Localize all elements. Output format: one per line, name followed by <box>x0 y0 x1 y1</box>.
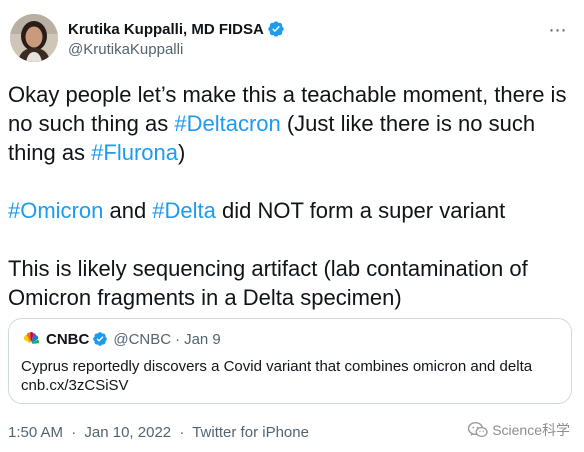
tweet-source-link[interactable]: Twitter for iPhone <box>192 424 309 441</box>
separator-dot: · <box>175 330 181 348</box>
wechat-icon <box>467 421 488 438</box>
hashtag-flurona-link[interactable]: #Flurona <box>91 140 178 165</box>
quoted-link[interactable]: cnb.cx/3zCSiSV <box>21 376 561 395</box>
text-segment: This is likely sequencing artifact (lab … <box>8 256 528 310</box>
text-segment: ) <box>178 140 186 165</box>
author-display-name[interactable]: Krutika Kuppalli, MD FIDSA <box>68 21 264 38</box>
separator-dot: · <box>179 424 185 441</box>
hashtag-omicron-link[interactable]: #Omicron <box>8 198 103 223</box>
avatar-image <box>10 14 58 62</box>
quoted-tweet-header: CNBC @CNBC · Jan 9 <box>21 329 221 349</box>
quoted-tweet-text: Cyprus reportedly discovers a Covid vari… <box>21 357 561 395</box>
watermark-text: Science科学 <box>492 422 570 438</box>
quoted-text-line: Cyprus reportedly discovers a Covid vari… <box>21 358 533 375</box>
tweet-paragraph-1: Okay people let’s make this a teachable … <box>8 80 574 167</box>
tweet-date[interactable]: Jan 10, 2022 <box>84 424 171 441</box>
quoted-author-handle: @CNBC <box>113 330 172 348</box>
tweet-card: Krutika Kuppalli, MD FIDSA @KrutikaKuppa… <box>0 0 584 452</box>
tweet-header: Krutika Kuppalli, MD FIDSA @KrutikaKuppa… <box>10 14 574 66</box>
quoted-timestamp[interactable]: Jan 9 <box>184 331 221 348</box>
verified-badge-icon <box>93 332 108 346</box>
name-row: Krutika Kuppalli, MD FIDSA <box>68 18 285 40</box>
avatar[interactable] <box>10 14 58 62</box>
tweet-time[interactable]: 1:50 AM <box>8 424 63 441</box>
verified-badge-icon <box>268 21 284 37</box>
hashtag-delta-link[interactable]: #Delta <box>152 198 216 223</box>
hashtag-deltacron-link[interactable]: #Deltacron <box>174 111 280 136</box>
more-options-icon[interactable]: ⋯ <box>544 20 572 40</box>
tweet-text: Okay people let’s make this a teachable … <box>8 80 574 312</box>
separator-dot: · <box>71 424 77 441</box>
author-handle[interactable]: @KrutikaKuppalli <box>68 41 285 58</box>
text-segment: did NOT form a super variant <box>215 198 506 223</box>
author-info: Krutika Kuppalli, MD FIDSA @KrutikaKuppa… <box>68 18 285 58</box>
watermark: Science科学 <box>467 420 570 440</box>
cnbc-peacock-logo-icon <box>23 332 39 344</box>
quoted-author-name[interactable]: CNBC <box>46 331 89 348</box>
tweet-paragraph-2: #Omicron and #Delta did NOT form a super… <box>8 196 574 225</box>
tweet-paragraph-3: This is likely sequencing artifact (lab … <box>8 254 574 312</box>
tweet-metadata: 1:50 AM · Jan 10, 2022 · Twitter for iPh… <box>8 424 309 441</box>
quoted-tweet[interactable]: CNBC @CNBC · Jan 9 Cyprus reportedly dis… <box>8 318 572 404</box>
text-segment: and <box>103 198 153 223</box>
